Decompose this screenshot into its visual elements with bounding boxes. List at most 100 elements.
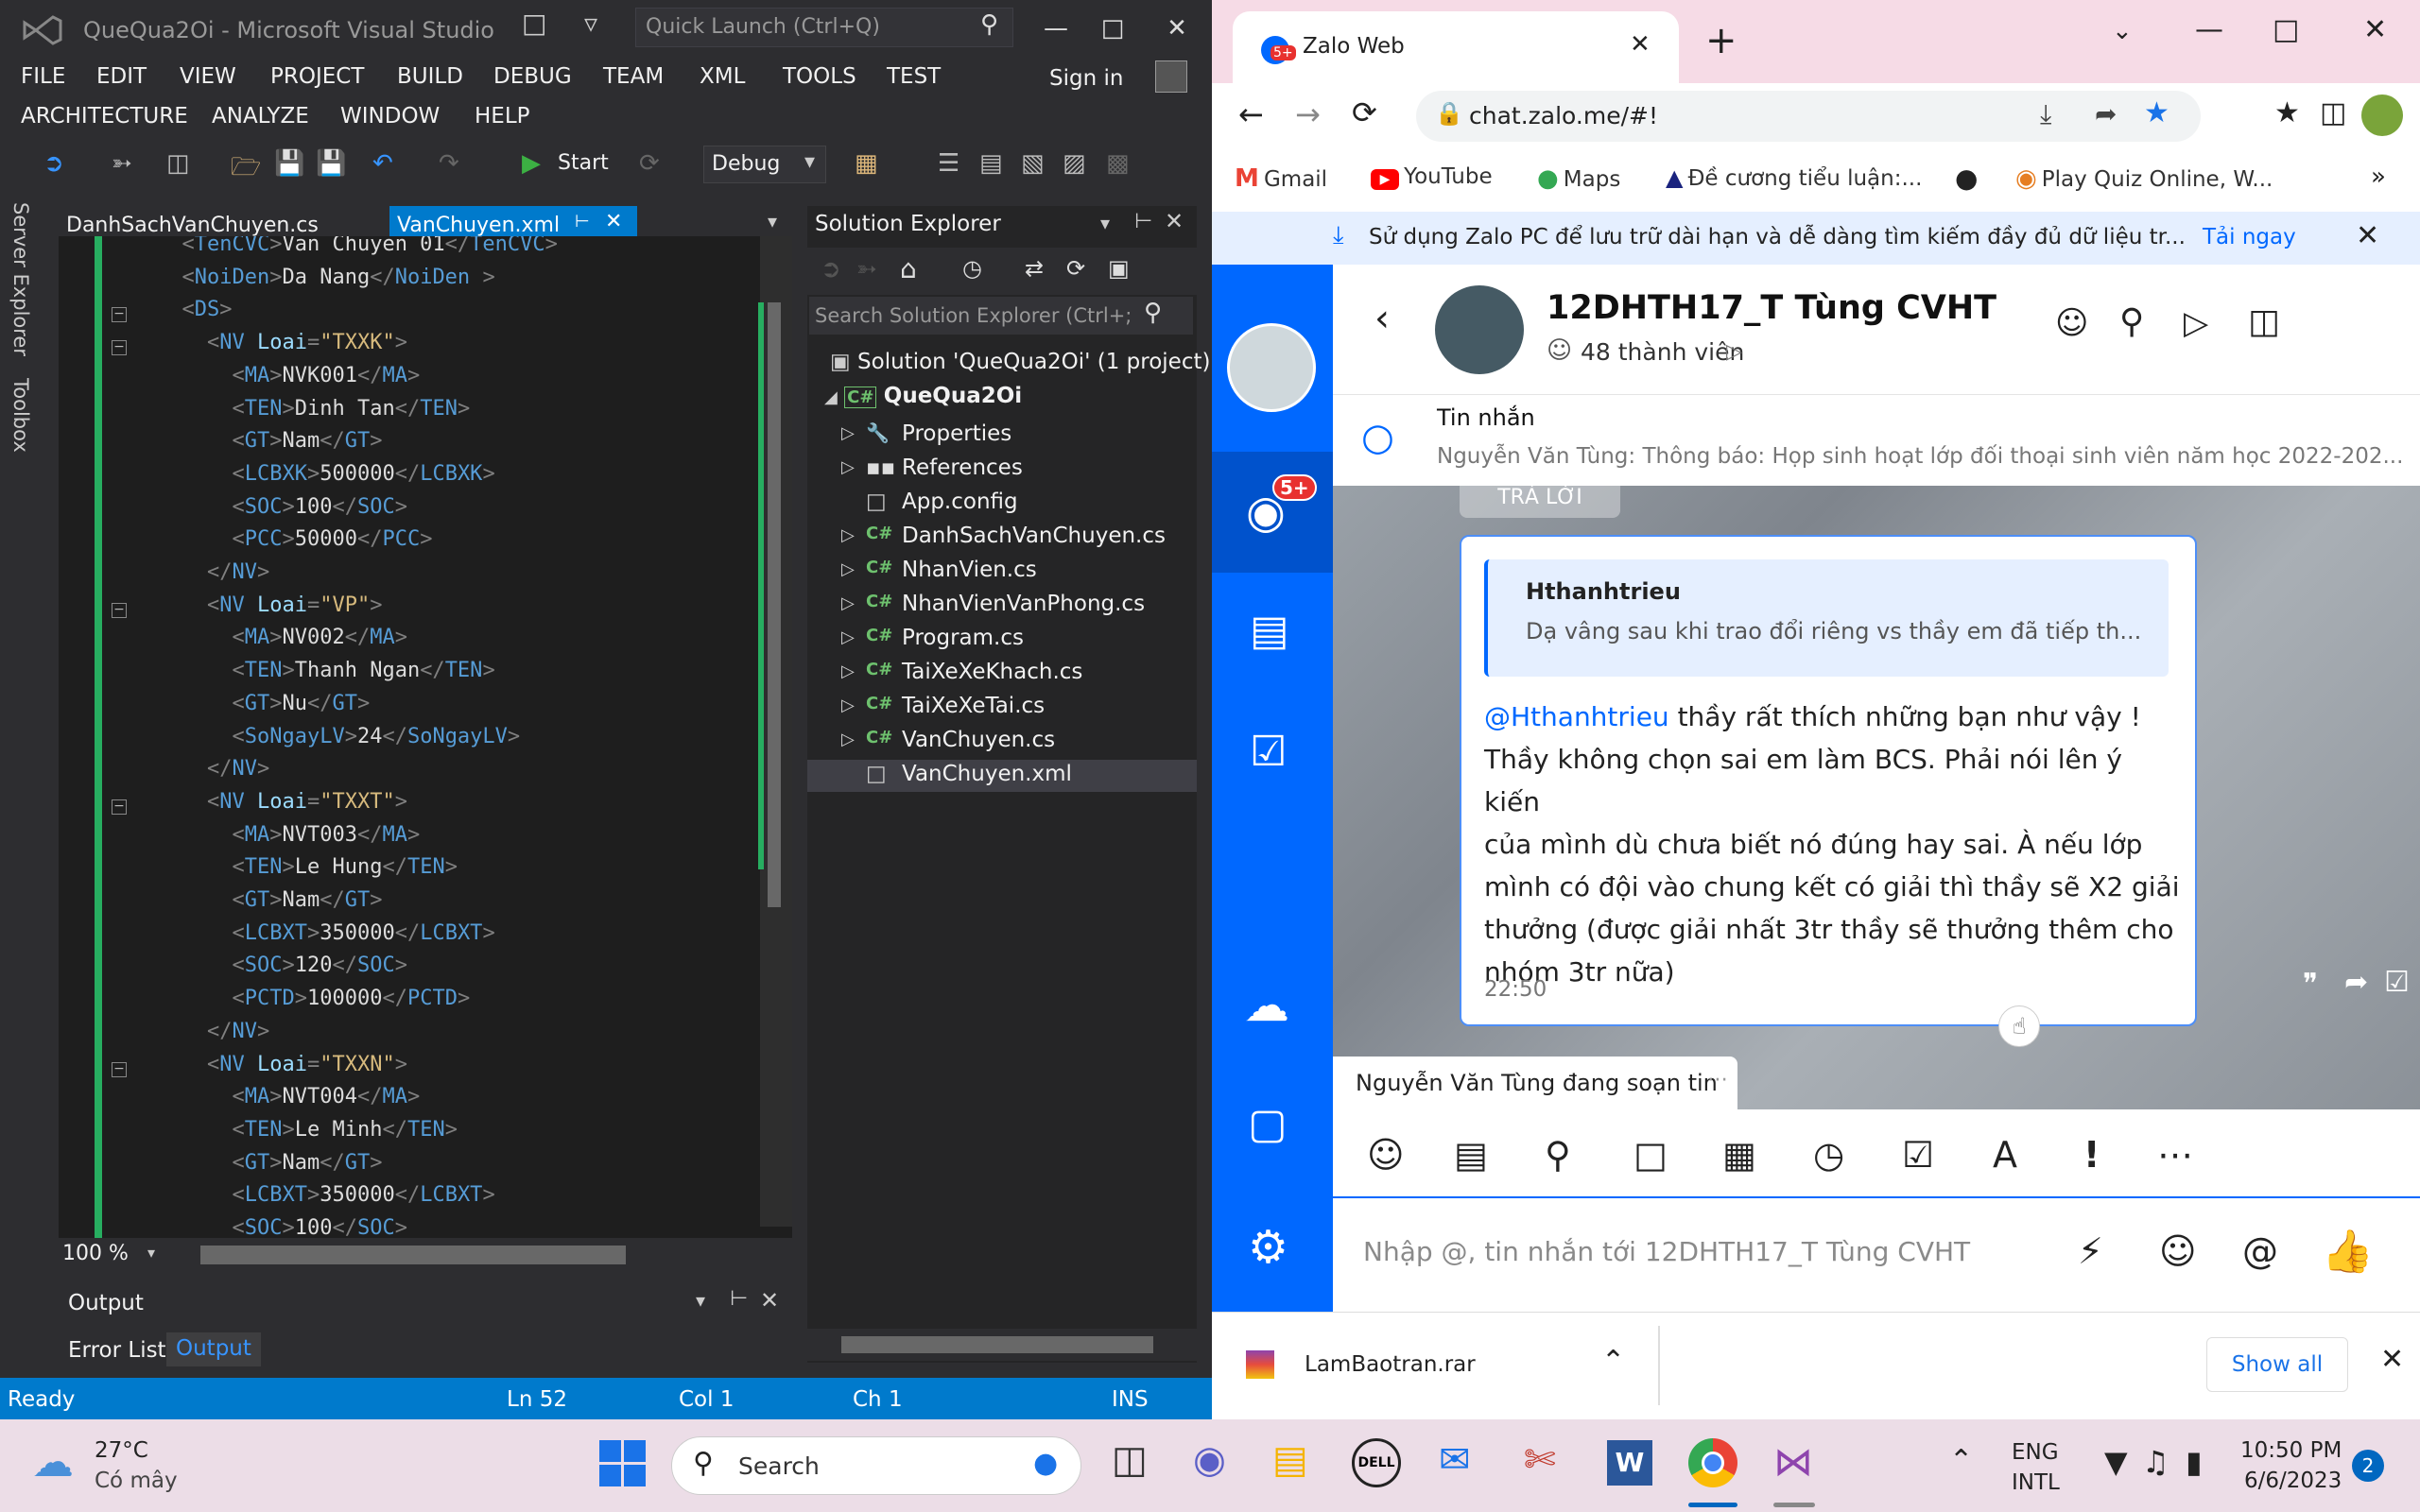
menu-project[interactable]: PROJECT [270,64,364,89]
nav-toolbox[interactable]: ▢ [1212,1066,1333,1187]
show-all-button[interactable]: Show all [2206,1337,2348,1392]
pinned-message-bar[interactable]: ○ Tin nhắn Nguyễn Văn Tùng: Thông báo: H… [1333,395,2420,486]
group-name[interactable]: 12DHTH17_T Tùng CVHT [1547,289,1996,327]
find-in-files-icon[interactable]: ▦ [855,149,878,178]
thumbs-up-send-icon[interactable]: 👍 [2322,1227,2374,1276]
save-icon[interactable]: 💾 [274,149,304,178]
dell-icon[interactable]: DELL [1352,1438,1401,1487]
menu-debug[interactable]: DEBUG [493,64,572,89]
battery-icon[interactable]: ▮ [2186,1444,2203,1480]
output-close-icon[interactable]: ✕ [760,1287,779,1314]
mention-icon[interactable]: @ [2242,1230,2278,1272]
collapse-all-icon[interactable]: ▣ [1108,255,1130,282]
weather-temperature[interactable]: 27°C [95,1438,148,1463]
task-view-icon[interactable]: ◫ [1112,1438,1148,1482]
expand-arrow-icon[interactable]: ▷ [841,559,855,579]
tab-vanchuyen-xml[interactable]: VanChuyen.xml ⊢ ✕ [389,206,637,240]
solution-item[interactable]: ▷ C# TaiXeXeTai.cs [807,692,1197,724]
fold-toggle-icon[interactable]: − [112,1061,127,1077]
extensions-icon[interactable]: ★ [2274,96,2300,129]
undo-icon[interactable]: ↶ [372,149,393,178]
menu-file[interactable]: FILE [21,64,65,89]
bookmark-star-icon[interactable]: ★ [2144,96,2169,129]
wifi-icon[interactable]: ▼ [2104,1444,2128,1480]
text-format-icon[interactable]: A [1993,1134,2017,1176]
start-button[interactable]: Start [558,151,609,175]
expand-arrow-icon[interactable]: ▷ [841,423,855,443]
language-line2[interactable]: INTL [2012,1470,2060,1495]
add-member-icon[interactable]: ☺ [2055,304,2088,342]
expand-arrow-icon[interactable]: ▷ [841,627,855,647]
attachment-icon[interactable]: ⚲ [1545,1134,1571,1176]
more-bookmarks-icon[interactable]: » [2371,163,2386,191]
panel-pin-icon[interactable]: ⊢ [1134,210,1152,233]
banner-close-icon[interactable]: ✕ [2356,219,2379,252]
screenshot-icon[interactable]: □ [1634,1134,1668,1176]
open-file-icon[interactable]: 🗁 [231,149,261,191]
pending-changes-icon[interactable]: ◷ [962,255,982,282]
teams-chat-icon[interactable]: ◉ [1193,1438,1226,1482]
solution-item[interactable]: ▷ 🔧 Properties [807,420,1197,452]
search-icon[interactable]: ⚲ [2119,302,2144,341]
menu-architecture[interactable]: ARCHITECTURE [21,104,188,129]
image-icon[interactable]: ▤ [1454,1134,1488,1176]
members-count[interactable]: 48 thành viên [1581,338,1744,366]
side-panel-icon[interactable]: ◫ [2320,96,2346,129]
snipping-tool-icon[interactable]: ✄ [1524,1438,1556,1482]
maximize-button[interactable]: □ [2273,13,2299,46]
download-filename[interactable]: LamBaotran.rar [1305,1352,1476,1377]
solution-item[interactable]: ▷ ▪▪ References [807,454,1197,486]
back-nav-icon[interactable]: ➲ [43,149,64,178]
back-chevron-icon[interactable]: ‹ [1374,297,1390,340]
minimize-button[interactable]: — [1030,9,1081,47]
output-pin-icon[interactable]: ⊢ [730,1287,748,1311]
nav-messages[interactable]: ◉ 5+ [1212,452,1333,573]
solution-scroll-thumb[interactable] [841,1336,1153,1353]
close-downloads-icon[interactable]: ✕ [2380,1343,2404,1376]
info-panel-icon[interactable]: ◫ [2248,302,2280,341]
nav-settings[interactable]: ⚙ [1212,1187,1333,1308]
sign-in-link[interactable]: Sign in [1049,66,1123,91]
tab-overflow-icon[interactable]: ▾ [768,210,777,232]
emoji-icon[interactable]: ☺ [2159,1230,2197,1272]
user-avatar[interactable] [1227,323,1316,412]
expand-arrow-icon[interactable]: ▷ [841,662,855,681]
menu-tools[interactable]: TOOLS [783,64,856,89]
clock-date[interactable]: 6/6/2023 [2244,1469,2342,1493]
mention-link[interactable]: @Hthanhtrieu [1484,701,1669,732]
sticker-icon[interactable]: ☺ [1367,1134,1405,1176]
fold-toggle-icon[interactable]: − [112,340,127,356]
install-app-icon[interactable]: ⤓ [2040,98,2051,130]
panel-close-icon[interactable]: ✕ [1165,208,1184,234]
quoted-message[interactable]: Hthanhtrieu Dạ vâng sau khi trao đổi riê… [1484,559,2169,677]
bookmark-de-cuong[interactable]: ▲ Đề cương tiểu luận:... [1666,164,1922,191]
solution-item[interactable]: ▷ C# NhanVienVanPhong.cs [807,590,1197,622]
toolbox-tab[interactable]: Toolbox [9,378,32,453]
expand-arrow-icon[interactable]: ▷ [841,696,855,715]
start-play-icon[interactable]: ▶ [522,149,541,178]
close-tab-icon[interactable]: ✕ [605,210,622,233]
lock-icon[interactable]: 🔒 [1435,100,1463,127]
solution-node[interactable]: ▣ Solution 'QueQua2Oi' (1 project) [830,350,1210,382]
message-input[interactable]: Nhập @, tin nhắn tới 12DHTH17_T Tùng CVH… [1333,1200,2420,1312]
solution-item[interactable]: ▷ C# VanChuyen.cs [807,726,1197,758]
home-icon[interactable]: ⌂ [900,253,917,284]
back-icon[interactable]: ➲ [821,255,841,284]
error-list-tab[interactable]: Error List [68,1338,166,1363]
task-action-icon[interactable]: ☑ [2384,966,2410,999]
menu-team[interactable]: TEAM [603,64,664,89]
menu-test[interactable]: TEST [887,64,941,89]
back-icon[interactable]: ← [1238,96,1264,132]
expand-arrow-icon[interactable]: ▷ [841,525,855,545]
sync-icon[interactable]: ⇄ [1025,255,1044,282]
zoom-level[interactable]: 100 % [62,1242,129,1265]
new-tab-button[interactable]: + [1705,19,1737,62]
tag-icon[interactable]: ▷ [1726,340,1742,364]
bookmark-maps[interactable]: ● Maps [1537,164,1620,193]
solution-config-dropdown[interactable]: Debug ▾ [703,146,826,183]
visual-studio-icon[interactable]: ⋈ [1773,1438,1813,1485]
zoom-dropdown-icon[interactable]: ▾ [147,1244,155,1262]
like-reaction-icon[interactable]: ☝ [1998,1005,2040,1047]
reminder-clock-icon[interactable]: ◷ [1813,1134,1844,1176]
quick-launch-input[interactable]: Quick Launch (Ctrl+Q) ⚲ [635,8,1013,47]
